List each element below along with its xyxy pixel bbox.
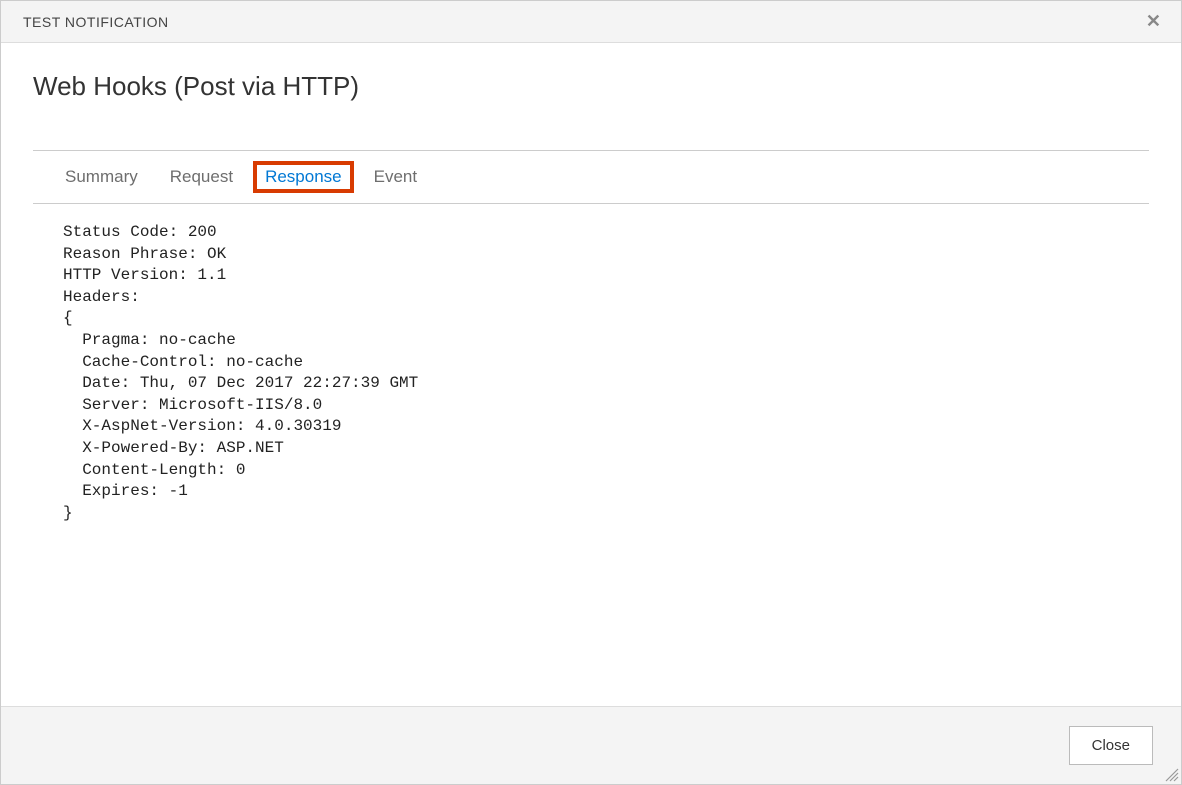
tab-request[interactable]: Request <box>168 165 235 189</box>
close-icon[interactable]: ✕ <box>1140 7 1167 36</box>
resize-grip-icon[interactable] <box>1163 766 1179 782</box>
dialog-content: Web Hooks (Post via HTTP) Summary Reques… <box>1 43 1181 542</box>
dialog-titlebar: TEST NOTIFICATION ✕ <box>1 1 1181 43</box>
response-body: Status Code: 200 Reason Phrase: OK HTTP … <box>33 204 1149 542</box>
tab-response[interactable]: Response <box>253 161 354 193</box>
close-button[interactable]: Close <box>1069 726 1153 765</box>
page-title: Web Hooks (Post via HTTP) <box>33 71 1149 102</box>
tab-summary[interactable]: Summary <box>63 165 140 189</box>
tabs: Summary Request Response Event <box>33 150 1149 204</box>
dialog-title: TEST NOTIFICATION <box>23 14 169 30</box>
dialog-footer: Close <box>1 706 1181 784</box>
tab-event[interactable]: Event <box>372 165 419 189</box>
